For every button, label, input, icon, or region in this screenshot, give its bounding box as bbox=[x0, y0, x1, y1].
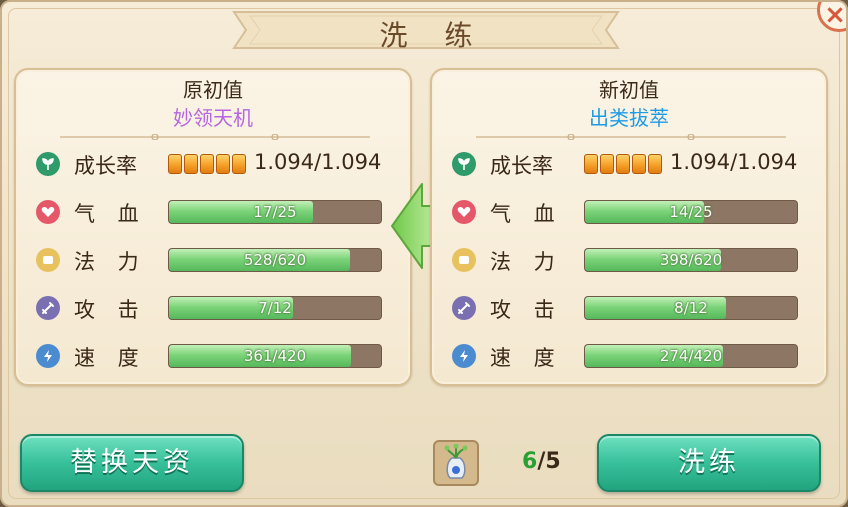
stat-value: 361/420 bbox=[243, 347, 307, 365]
stat-bar: 528/620 bbox=[168, 248, 382, 272]
item-owned-count: 6 bbox=[522, 449, 538, 474]
lightning-icon bbox=[452, 344, 476, 368]
rating-pip bbox=[600, 154, 614, 174]
title-banner: 洗 练 bbox=[220, 6, 632, 54]
stat-row-speed: 速 度 361/420 bbox=[36, 340, 386, 372]
growth-rating bbox=[584, 154, 662, 174]
stat-label: 成长率 bbox=[74, 154, 137, 178]
replace-talent-button[interactable]: 替换天资 bbox=[20, 434, 244, 492]
panel-heading: 新初值 bbox=[599, 78, 659, 102]
stat-label: 气 血 bbox=[490, 202, 563, 226]
close-button[interactable]: × bbox=[817, 0, 846, 32]
stat-label: 速 度 bbox=[490, 346, 563, 370]
rating-pip bbox=[168, 154, 182, 174]
divider bbox=[60, 134, 370, 140]
stat-bar: 361/420 bbox=[168, 344, 382, 368]
stat-bar: 17/25 bbox=[168, 200, 382, 224]
original-values-panel: 原初值 妙领天机 成长率 1.094/1.094 气 血 17/25 法 力 5… bbox=[14, 68, 412, 386]
rating-pip bbox=[232, 154, 246, 174]
stat-row-attack: 攻 击 7/12 bbox=[36, 292, 386, 324]
sprout-icon bbox=[36, 152, 60, 176]
divider bbox=[476, 134, 786, 140]
potion-vase-icon bbox=[444, 444, 468, 479]
stat-row-mp: 法 力 398/620 bbox=[452, 244, 802, 276]
stat-value: 274/420 bbox=[659, 347, 723, 365]
stat-label: 速 度 bbox=[74, 346, 147, 370]
refine-window: 洗 练 × 原初值 妙领天机 成长率 1.094/1.094 气 血 17/25… bbox=[0, 0, 848, 507]
stat-bar: 398/620 bbox=[584, 248, 798, 272]
stat-label: 法 力 bbox=[490, 250, 563, 274]
rating-pip bbox=[216, 154, 230, 174]
rating-pip bbox=[648, 154, 662, 174]
rating-pip bbox=[584, 154, 598, 174]
sword-icon bbox=[452, 296, 476, 320]
trait-name: 出类拔萃 bbox=[589, 106, 669, 130]
stat-row-hp: 气 血 17/25 bbox=[36, 196, 386, 228]
stat-bar: 14/25 bbox=[584, 200, 798, 224]
stat-label: 攻 击 bbox=[490, 298, 563, 322]
stat-row-speed: 速 度 274/420 bbox=[452, 340, 802, 372]
close-icon: × bbox=[824, 0, 846, 30]
heart-icon bbox=[452, 200, 476, 224]
growth-value: 1.094/1.094 bbox=[670, 150, 798, 174]
stat-value: 14/25 bbox=[669, 203, 713, 221]
new-values-panel: 新初值 出类拔萃 成长率 1.094/1.094 气 血 14/25 法 力 3… bbox=[430, 68, 828, 386]
stat-value: 398/620 bbox=[659, 251, 723, 269]
window-title: 洗 练 bbox=[379, 19, 487, 52]
item-required-count: 5 bbox=[545, 449, 561, 474]
stat-row-attack: 攻 击 8/12 bbox=[452, 292, 802, 324]
stat-row-growth: 成长率 1.094/1.094 bbox=[36, 148, 386, 180]
stat-label: 攻 击 bbox=[74, 298, 147, 322]
stat-bar: 274/420 bbox=[584, 344, 798, 368]
rating-pip bbox=[184, 154, 198, 174]
stat-label: 气 血 bbox=[74, 202, 147, 226]
stat-row-hp: 气 血 14/25 bbox=[452, 196, 802, 228]
rating-pip bbox=[616, 154, 630, 174]
stat-label: 法 力 bbox=[74, 250, 147, 274]
stat-bar: 7/12 bbox=[168, 296, 382, 320]
growth-rating bbox=[168, 154, 246, 174]
stat-value: 17/25 bbox=[253, 203, 297, 221]
heart-icon bbox=[36, 200, 60, 224]
stat-value: 528/620 bbox=[243, 251, 307, 269]
stat-value: 7/12 bbox=[258, 299, 292, 317]
stat-value: 8/12 bbox=[674, 299, 708, 317]
scroll-icon bbox=[452, 248, 476, 272]
refine-button[interactable]: 洗练 bbox=[597, 434, 821, 492]
stat-row-mp: 法 力 528/620 bbox=[36, 244, 386, 276]
rating-pip bbox=[200, 154, 214, 174]
growth-value: 1.094/1.094 bbox=[254, 150, 382, 174]
sprout-icon bbox=[452, 152, 476, 176]
scroll-icon bbox=[36, 248, 60, 272]
rating-pip bbox=[632, 154, 646, 174]
stat-label: 成长率 bbox=[490, 154, 553, 178]
stat-row-growth: 成长率 1.094/1.094 bbox=[452, 148, 802, 180]
stat-bar: 8/12 bbox=[584, 296, 798, 320]
lightning-icon bbox=[36, 344, 60, 368]
trait-name: 妙领天机 bbox=[173, 106, 253, 130]
sword-icon bbox=[36, 296, 60, 320]
item-counter: 6/5 bbox=[522, 449, 561, 474]
panel-heading: 原初值 bbox=[183, 78, 243, 102]
refine-item-slot[interactable] bbox=[433, 440, 479, 486]
